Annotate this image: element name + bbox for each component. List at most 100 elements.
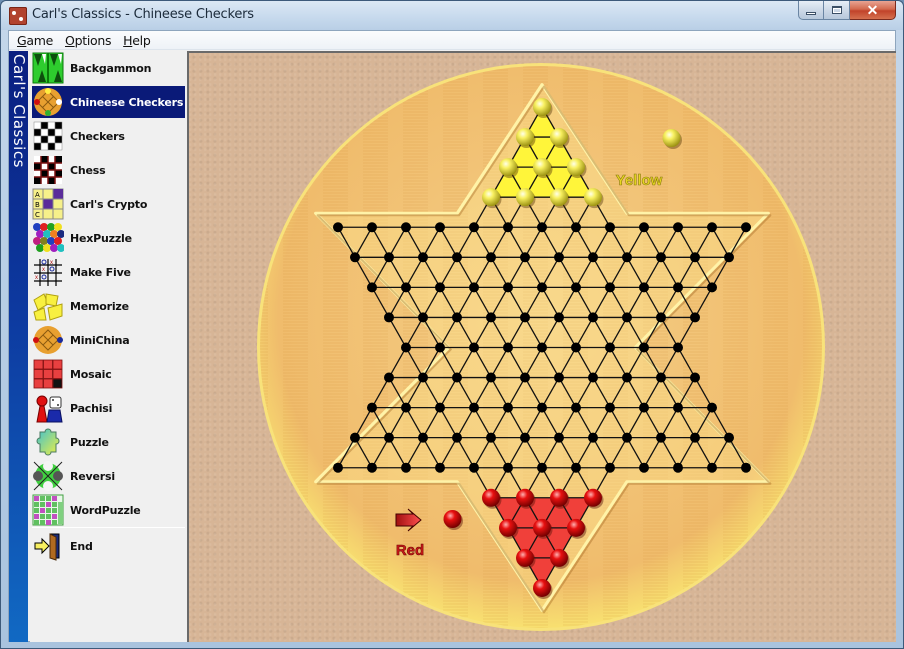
board-hole[interactable] [401,342,411,353]
board-hole[interactable] [469,282,479,293]
board-hole[interactable] [622,432,632,443]
red-piece[interactable] [567,518,585,537]
board-hole[interactable] [401,222,411,233]
board-hole[interactable] [554,372,564,383]
yellow-piece[interactable] [567,158,585,177]
board-hole[interactable] [520,252,530,263]
board-hole[interactable] [622,252,632,263]
board-hole[interactable] [639,222,649,233]
board-hole[interactable] [486,312,496,323]
game-item-memorize[interactable]: Memorize [32,290,185,322]
board-hole[interactable] [418,432,428,443]
board-hole[interactable] [333,462,343,473]
board-hole[interactable] [418,252,428,263]
board-hole[interactable] [435,342,445,353]
game-item-chess[interactable]: Chess [32,154,185,186]
board-hole[interactable] [554,252,564,263]
board-hole[interactable] [605,342,615,353]
end-item[interactable]: End [32,530,185,562]
board-hole[interactable] [537,402,547,413]
board-hole[interactable] [690,372,700,383]
board-hole[interactable] [452,312,462,323]
board-hole[interactable] [367,402,377,413]
minimize-button[interactable] [798,1,824,20]
game-item-minichina[interactable]: MiniChina [32,324,185,356]
board-hole[interactable] [435,402,445,413]
board-hole[interactable] [690,312,700,323]
board-hole[interactable] [384,372,394,383]
board-hole[interactable] [690,252,700,263]
board-hole[interactable] [469,342,479,353]
board-hole[interactable] [554,432,564,443]
board-hole[interactable] [571,222,581,233]
board-hole[interactable] [741,462,751,473]
board-hole[interactable] [724,252,734,263]
board-hole[interactable] [418,372,428,383]
game-item-mosaic[interactable]: Mosaic [32,358,185,390]
board-hole[interactable] [503,282,513,293]
red-piece[interactable] [533,518,551,537]
board-hole[interactable] [350,432,360,443]
board-hole[interactable] [503,342,513,353]
board-hole[interactable] [452,432,462,443]
chinese-checkers-board[interactable]: Yellow Red [187,51,896,642]
board-hole[interactable] [673,342,683,353]
yellow-piece[interactable] [550,128,568,147]
board-hole[interactable] [469,402,479,413]
board-hole[interactable] [520,372,530,383]
board-hole[interactable] [350,252,360,263]
board-hole[interactable] [741,222,751,233]
board-hole[interactable] [639,402,649,413]
board-hole[interactable] [486,372,496,383]
board-hole[interactable] [503,462,513,473]
board-hole[interactable] [571,402,581,413]
board-hole[interactable] [656,252,666,263]
menu-help[interactable]: Help [117,33,156,48]
board-hole[interactable] [588,432,598,443]
board-hole[interactable] [571,462,581,473]
board-hole[interactable] [673,282,683,293]
game-item-chinese-checkers[interactable]: Chineese Checkers [32,86,185,118]
board-hole[interactable] [486,252,496,263]
board-hole[interactable] [639,282,649,293]
board-hole[interactable] [605,462,615,473]
board-hole[interactable] [605,282,615,293]
yellow-piece[interactable] [482,188,500,207]
board-hole[interactable] [707,222,717,233]
board-hole[interactable] [435,462,445,473]
board-hole[interactable] [384,252,394,263]
board-hole[interactable] [520,312,530,323]
board-hole[interactable] [401,462,411,473]
menu-options[interactable]: Options [59,33,117,48]
board-hole[interactable] [588,252,598,263]
board-hole[interactable] [520,432,530,443]
board-hole[interactable] [622,312,632,323]
board-hole[interactable] [656,432,666,443]
board-hole[interactable] [418,312,428,323]
board-hole[interactable] [503,402,513,413]
yellow-piece[interactable] [499,158,517,177]
board-hole[interactable] [537,342,547,353]
game-item-hexpuzzle[interactable]: HexPuzzle [32,222,185,254]
board-hole[interactable] [639,342,649,353]
board-hole[interactable] [469,222,479,233]
board-hole[interactable] [588,312,598,323]
board-hole[interactable] [622,372,632,383]
board-hole[interactable] [367,222,377,233]
yellow-piece[interactable] [533,98,551,116]
board-hole[interactable] [435,282,445,293]
board-hole[interactable] [673,402,683,413]
board-hole[interactable] [554,312,564,323]
menu-game[interactable]: Game [11,33,59,48]
red-piece[interactable] [584,488,602,507]
board-hole[interactable] [452,372,462,383]
game-item-reversi[interactable]: Reversi [32,460,185,492]
board-hole[interactable] [384,312,394,323]
red-piece[interactable] [550,548,568,567]
board-hole[interactable] [605,402,615,413]
maximize-button[interactable] [824,1,850,20]
yellow-piece[interactable] [516,188,534,207]
yellow-piece[interactable] [550,188,568,207]
board-hole[interactable] [469,462,479,473]
board-hole[interactable] [401,402,411,413]
